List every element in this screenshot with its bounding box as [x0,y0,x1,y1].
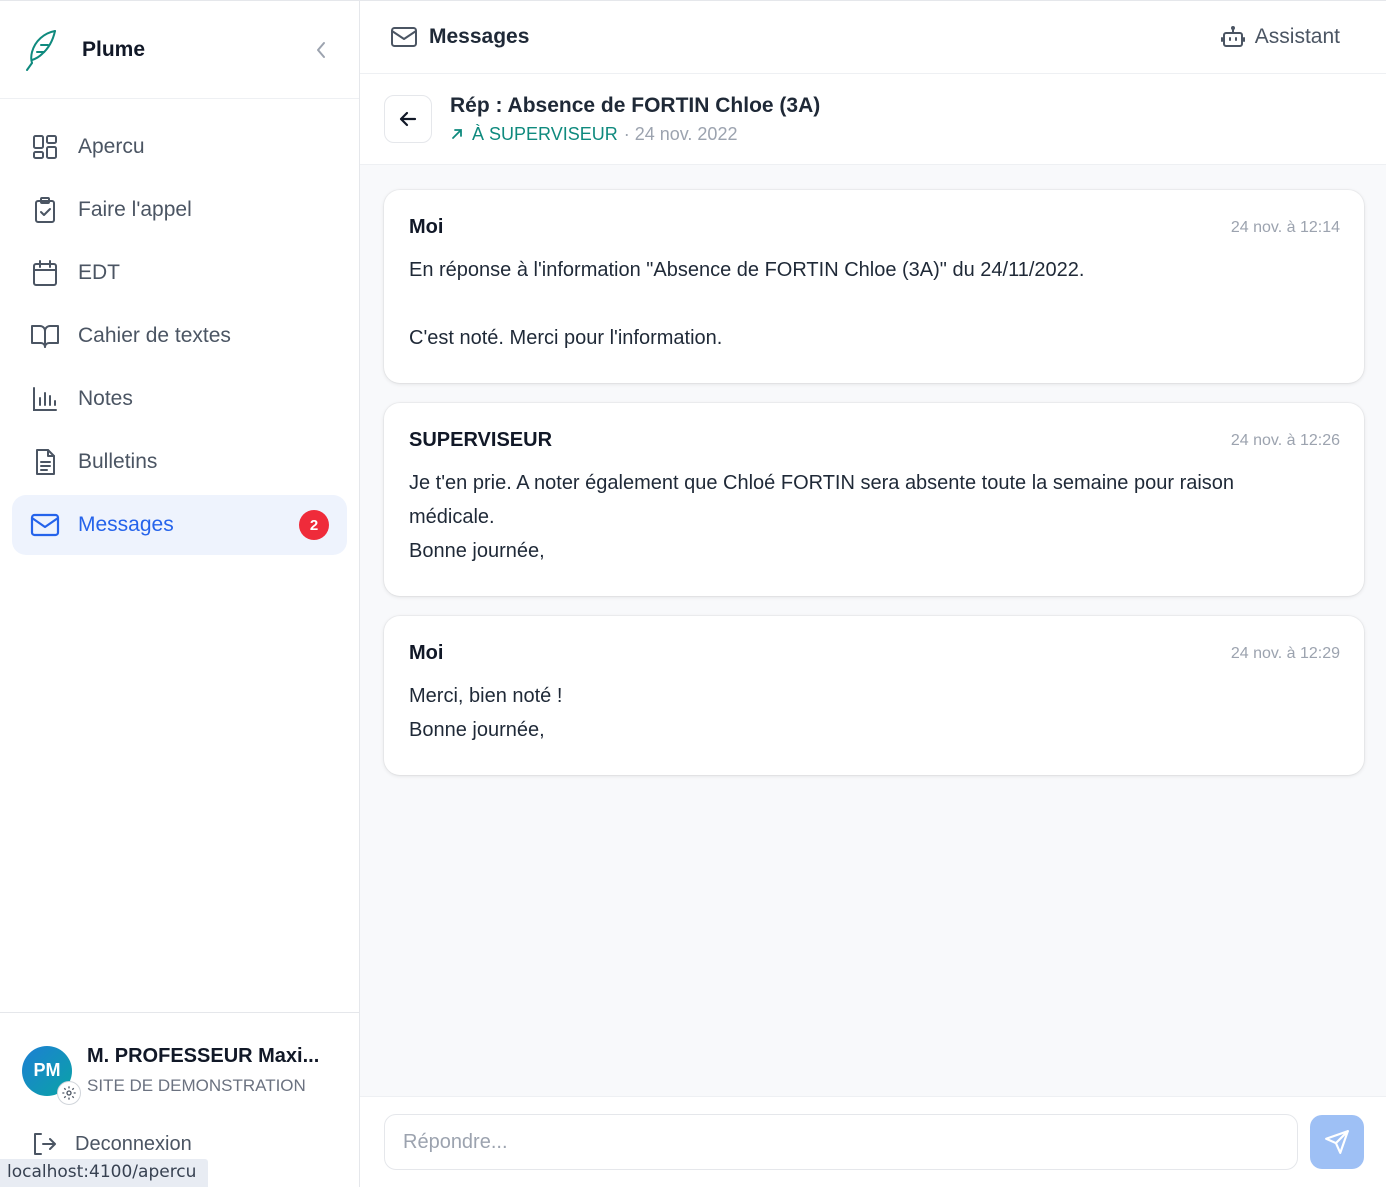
avatar-initials: PM [33,1060,61,1080]
sidebar-nav: Apercu Faire l'appel EDT Cahier de texte… [0,99,359,555]
message-author: Moi [409,642,444,664]
sidebar-item-messages[interactable]: Messages 2 [12,495,347,555]
bar-chart-icon [30,384,60,414]
message-line: Bonne journée, [409,540,545,562]
thread-date: · 24 nov. 2022 [623,123,738,144]
message-time: 24 nov. à 12:14 [1230,218,1340,236]
send-icon [1325,1130,1349,1154]
mail-icon [30,510,60,540]
message-line: Je t'en prie. A noter également que Chlo… [409,472,1235,494]
message-line: C'est noté. Merci pour l'information. [409,327,723,349]
message-time: 24 nov. à 12:26 [1230,431,1340,449]
logout-button[interactable]: Deconnexion [22,1130,337,1158]
message-author: Moi [409,216,444,238]
user-name: M. PROFESSEUR Maxi... [87,1045,320,1067]
thread-header: Rép : Absence de FORTIN Chloe (3A) À SUP… [360,74,1386,165]
sidebar-item-bulletins[interactable]: Bulletins [12,432,347,492]
message-body: En réponse à l'information "Absence de F… [409,253,1340,355]
dashboard-icon [30,132,60,162]
message-line: médicale. [409,506,495,528]
back-button[interactable] [384,95,432,143]
message-card: Moi 24 nov. à 12:14 En réponse à l'infor… [384,190,1364,383]
file-text-icon [30,447,60,477]
status-bar-url: localhost:4100/apercu [0,1159,209,1187]
mail-icon [390,23,418,51]
sidebar-item-cahier-de-textes[interactable]: Cahier de textes [12,306,347,366]
clipboard-check-icon [30,195,60,225]
sidebar-item-edt[interactable]: EDT [12,243,347,303]
message-line: En réponse à l'information "Absence de F… [409,259,1085,281]
logout-icon [31,1130,59,1158]
brand-name: Plume [82,37,146,61]
message-line: Merci, bien noté ! [409,685,563,707]
sidebar-item-faire-appel[interactable]: Faire l'appel [12,180,347,240]
message-list: Moi 24 nov. à 12:14 En réponse à l'infor… [360,165,1386,1096]
main-panel: Messages Assistant Rép : Absence de FORT… [360,1,1386,1187]
sidebar-item-label: Faire l'appel [78,198,192,221]
reply-input[interactable] [384,1114,1298,1170]
sidebar-item-label: Bulletins [78,450,158,473]
thread-recipient: À SUPERVISEUR [450,124,618,145]
message-author: SUPERVISEUR [409,429,553,451]
sidebar-item-label: Messages [78,513,174,536]
logout-label: Deconnexion [75,1132,192,1155]
user-card[interactable]: PM M. PROFESSEUR Maxi... SITE DE DEMONST… [22,1045,337,1105]
user-profile: PM M. PROFESSEUR Maxi... SITE DE DEMONST… [0,1012,359,1158]
robot-icon [1220,25,1245,49]
message-blank-line [409,287,1340,321]
feather-icon [24,27,62,73]
message-line: Bonne journée, [409,719,545,741]
sidebar-item-label: EDT [78,261,120,284]
sidebar-item-notes[interactable]: Notes [12,369,347,429]
sidebar-item-apercu[interactable]: Apercu [12,117,347,177]
brand-header: Plume [0,1,359,99]
user-site: SITE DE DEMONSTRATION [87,1076,306,1095]
send-button[interactable] [1310,1115,1364,1169]
sidebar-item-label: Cahier de textes [78,324,231,347]
recipient-label: À SUPERVISEUR [472,123,618,144]
message-body: Merci, bien noté ! Bonne journée, [409,679,1340,747]
message-card: Moi 24 nov. à 12:29 Merci, bien noté ! B… [384,616,1364,775]
settings-gear-icon[interactable] [57,1080,81,1105]
message-body: Je t'en prie. A noter également que Chlo… [409,466,1340,568]
chevron-left-icon[interactable] [309,38,333,62]
assistant-label: Assistant [1254,25,1340,48]
sidebar: Plume Apercu Faire l'appel EDT Cahier de… [0,1,360,1187]
arrow-up-right-icon [450,127,464,141]
page-title: Messages [429,25,530,48]
arrow-left-icon [399,111,417,127]
top-bar: Messages Assistant [360,1,1386,74]
message-card: SUPERVISEUR 24 nov. à 12:26 Je t'en prie… [384,403,1364,596]
avatar[interactable]: PM [22,1045,81,1105]
sidebar-item-label: Notes [78,387,133,410]
calendar-icon [30,258,60,288]
reply-composer [360,1096,1386,1187]
thread-title: Rép : Absence de FORTIN Chloe (3A) [450,93,821,117]
unread-count-badge: 2 [299,510,329,540]
book-open-icon [30,321,60,351]
message-time: 24 nov. à 12:29 [1230,644,1340,662]
assistant-button[interactable]: Assistant [1220,25,1340,49]
sidebar-item-label: Apercu [78,135,145,158]
